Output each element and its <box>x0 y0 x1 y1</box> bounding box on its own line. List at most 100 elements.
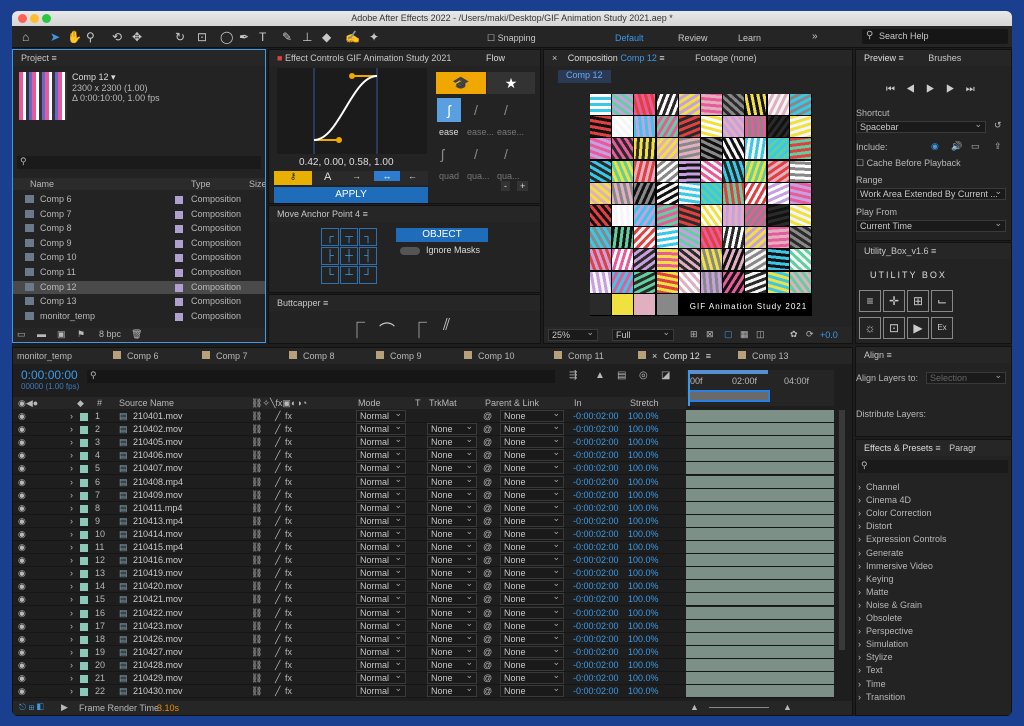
label-color-swatch[interactable] <box>80 648 88 657</box>
text-tool-icon[interactable]: T <box>259 30 266 44</box>
effects-search-input[interactable]: ⚲ <box>858 460 1008 473</box>
layer-stretch[interactable]: 100.0% <box>628 554 659 567</box>
parent-dropdown[interactable]: None <box>500 606 564 619</box>
close-tab-icon[interactable]: × <box>652 351 657 361</box>
quality-switch-icon[interactable]: ╱ <box>275 646 280 659</box>
quality-switch-icon[interactable]: ╱ <box>275 449 280 462</box>
fx-switch-icon[interactable]: fx <box>285 476 292 489</box>
timeline-search-input[interactable]: ⚲ <box>87 370 555 383</box>
layer-in-point[interactable]: -0:00:02:00 <box>573 476 619 489</box>
col-source-name[interactable]: Source Name <box>119 398 174 408</box>
layer-source-name[interactable]: 210420.mov <box>133 580 183 593</box>
parent-pickwhip-icon[interactable]: @ <box>483 449 492 462</box>
quality-switch-icon[interactable]: ╱ <box>275 633 280 646</box>
move-anchor-tab[interactable]: Move Anchor Point 4 ≡ <box>269 206 540 222</box>
eye-icon[interactable]: ◉ <box>18 567 26 580</box>
project-item[interactable]: Comp 9 Composition <box>13 237 265 250</box>
trkmat-dropdown[interactable]: None <box>427 527 477 540</box>
expand-icon[interactable]: › <box>70 462 73 475</box>
col-size[interactable]: Size <box>249 179 265 189</box>
layer-in-point[interactable]: -0:00:02:00 <box>573 593 619 606</box>
interpret-footage-icon[interactable]: ▭ <box>17 329 26 340</box>
workspace-review[interactable]: Review <box>678 31 708 45</box>
parent-pickwhip-icon[interactable]: @ <box>483 620 492 633</box>
expand-icon[interactable]: › <box>70 489 73 502</box>
quality-switch-icon[interactable]: ╱ <box>275 515 280 528</box>
export-icon[interactable]: ⇪ <box>994 141 1002 152</box>
layer-duration-bar[interactable] <box>686 685 834 698</box>
timeline-tab[interactable]: Comp 8 <box>289 351 335 361</box>
more-workspaces-icon[interactable]: » <box>812 30 818 44</box>
layer-row[interactable]: ◉ › 12 ▤ 210416.mov ⛓ ╱ fx Normal None @ None -0:00:… <box>13 554 835 568</box>
label-color-swatch[interactable] <box>175 196 183 204</box>
anchor-point-icon[interactable]: ┼ <box>340 247 358 265</box>
quality-switch-icon[interactable]: ╱ <box>275 528 280 541</box>
trkmat-dropdown[interactable]: None <box>427 436 477 449</box>
eye-icon[interactable]: ◉ <box>18 620 26 633</box>
layer-source-name[interactable]: 210402.mov <box>133 423 183 436</box>
comp-duration-bar[interactable] <box>688 390 770 402</box>
project-item[interactable]: monitor_temp Composition <box>13 310 265 323</box>
parent-dropdown[interactable]: None <box>500 580 564 593</box>
trkmat-dropdown[interactable]: None <box>427 514 477 527</box>
layer-source-name[interactable]: 210408.mp4 <box>133 476 183 489</box>
color-icon[interactable]: ✿ <box>790 329 798 340</box>
layer-stretch[interactable]: 100.0% <box>628 620 659 633</box>
expand-icon[interactable]: › <box>70 607 73 620</box>
effects-category[interactable]: › Matte <box>856 586 1011 599</box>
quality-switch-icon[interactable]: ╱ <box>275 685 280 698</box>
apply-button[interactable]: APPLY <box>274 187 428 203</box>
play-from-dropdown[interactable]: Current Time <box>856 220 1006 232</box>
trkmat-dropdown[interactable]: None <box>427 488 477 501</box>
project-search-input[interactable]: ⚲ <box>17 156 261 169</box>
graduation-cap-icon[interactable]: 🎓 <box>436 72 486 94</box>
range-dropdown[interactable]: Work Area Extended By Current ... <box>856 188 1006 200</box>
ease-preset-icon[interactable]: ʃ <box>437 98 461 122</box>
mode-dropdown[interactable]: Normal <box>356 462 406 475</box>
timeline-tab[interactable]: Comp 13 <box>738 351 789 361</box>
round-cap-icon[interactable]: ⌒ <box>379 317 395 341</box>
layer-in-point[interactable]: -0:00:02:00 <box>573 436 619 449</box>
close-tab-icon[interactable]: × <box>552 53 557 63</box>
label-color-swatch[interactable] <box>80 557 88 566</box>
pan-tool-icon[interactable]: ✥ <box>132 30 142 44</box>
expand-icon[interactable]: › <box>70 528 73 541</box>
eye-icon[interactable]: ◉ <box>18 423 26 436</box>
video-icon[interactable]: ▶ <box>907 317 929 339</box>
quality-switch-icon[interactable]: ╱ <box>275 620 280 633</box>
effects-category[interactable]: › Stylize <box>856 651 1011 664</box>
shortcut-dropdown[interactable]: Spacebar <box>856 121 986 133</box>
trkmat-dropdown[interactable]: None <box>427 449 477 462</box>
zoom-out-icon[interactable]: - <box>501 181 510 191</box>
time-ruler[interactable]: 00f 02:00f 04:00f <box>686 370 834 406</box>
expand-icon[interactable]: › <box>70 502 73 515</box>
layer-duration-bar[interactable] <box>686 501 834 514</box>
comp-flowchart-icon[interactable]: ⇶ <box>569 370 577 381</box>
shy-switch-icon[interactable]: ⛓ <box>251 436 262 449</box>
fx-switch-icon[interactable]: fx <box>285 541 292 554</box>
quad-in-preset-icon[interactable]: / <box>474 146 478 162</box>
shy-switch-icon[interactable]: ⛓ <box>251 502 262 515</box>
layer-stretch[interactable]: 100.0% <box>628 410 659 423</box>
layer-duration-bar[interactable] <box>686 423 834 436</box>
expand-icon[interactable]: › <box>70 659 73 672</box>
effects-category[interactable]: › Text <box>856 664 1011 677</box>
layer-source-name[interactable]: 210411.mp4 <box>133 502 182 515</box>
expand-icon[interactable]: › <box>70 515 73 528</box>
mode-dropdown[interactable]: Normal <box>356 580 406 593</box>
orbit-tool-icon[interactable]: ⟲ <box>112 30 122 44</box>
quality-switch-icon[interactable]: ╱ <box>275 489 280 502</box>
timeline-tab[interactable]: × Comp 12 ≡ <box>638 351 711 361</box>
eye-icon[interactable]: ◉ <box>18 607 26 620</box>
snapping-checkbox[interactable]: ☐ Snapping <box>487 31 536 45</box>
playhead[interactable] <box>688 370 690 406</box>
layer-stretch[interactable]: 100.0% <box>628 541 659 554</box>
mode-dropdown[interactable]: Normal <box>356 488 406 501</box>
label-color-swatch[interactable] <box>175 298 183 307</box>
shy-switch-icon[interactable]: ⛓ <box>251 593 262 606</box>
shy-switch-icon[interactable]: ⛓ <box>251 489 262 502</box>
effects-category[interactable]: › Simulation <box>856 638 1011 651</box>
quality-switch-icon[interactable]: ╱ <box>275 659 280 672</box>
ease-out-preset-icon[interactable]: / <box>504 102 508 118</box>
quad-preset-icon[interactable]: ʃ <box>441 146 444 162</box>
